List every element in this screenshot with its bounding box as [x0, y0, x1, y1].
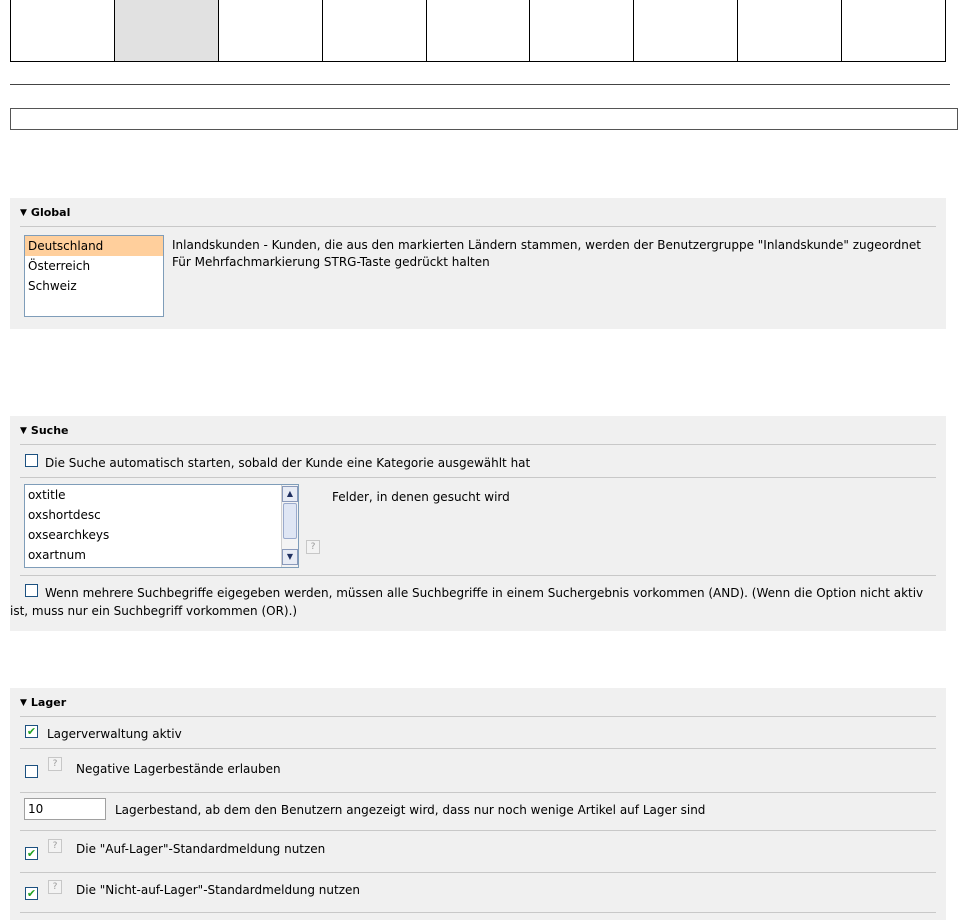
- autostart-label: Die Suche automatisch starten, sobald de…: [45, 456, 531, 470]
- and-search-label-continued: ist, muss nur ein Suchbegriff vorkommen …: [10, 604, 298, 618]
- scroll-up-icon[interactable]: ▲: [282, 486, 298, 502]
- nicht-auf-lager-label: Die "Nicht-auf-Lager"-Standardmeldung nu…: [76, 883, 360, 897]
- country-option-deutschland[interactable]: Deutschland: [25, 236, 163, 256]
- collapse-caret-icon: ▼: [20, 207, 27, 218]
- lager-header[interactable]: ▼ Lager: [20, 696, 66, 709]
- help-icon[interactable]: ?: [48, 757, 62, 771]
- lagerverwaltung-label: Lagerverwaltung aktiv: [47, 727, 182, 741]
- tab-6[interactable]: [530, 0, 635, 61]
- divider: [20, 575, 936, 576]
- help-icon[interactable]: ?: [48, 880, 62, 894]
- search-field-option[interactable]: oxartnum: [25, 545, 298, 565]
- suche-header[interactable]: ▼ Suche: [20, 424, 69, 437]
- divider: [20, 477, 936, 478]
- tab-3[interactable]: [219, 0, 323, 61]
- tab-5[interactable]: [427, 0, 531, 61]
- divider: [20, 748, 936, 749]
- tab-8[interactable]: [738, 0, 843, 61]
- autostart-checkbox[interactable]: [25, 454, 38, 467]
- tab-7[interactable]: [634, 0, 739, 61]
- search-field-option[interactable]: oxtitle: [25, 485, 298, 505]
- listbox-scrollbar[interactable]: ▲ ▼: [281, 485, 298, 567]
- search-field-option[interactable]: oxsearchkeys: [25, 525, 298, 545]
- global-title: Global: [30, 206, 71, 219]
- global-header[interactable]: ▼ Global: [20, 206, 70, 219]
- search-fields-listbox[interactable]: oxtitle oxshortdesc oxsearchkeys oxartnu…: [24, 484, 299, 568]
- divider: [20, 444, 936, 445]
- and-search-label: Wenn mehrere Suchbegriffe eigegeben werd…: [45, 586, 924, 600]
- and-search-checkbox[interactable]: [25, 584, 38, 597]
- lager-panel: ▼ Lager ✔ Lagerverwaltung aktiv ? Negati…: [10, 688, 946, 920]
- divider: [20, 830, 936, 831]
- tab-1[interactable]: [11, 0, 115, 61]
- global-multiselect-hint: Für Mehrfachmarkierung STRG-Taste gedrüc…: [172, 255, 490, 269]
- divider: [20, 716, 936, 717]
- lager-title: Lager: [30, 696, 67, 709]
- message-bar: [10, 108, 958, 130]
- negative-stock-checkbox[interactable]: [25, 765, 38, 778]
- auf-lager-checkbox[interactable]: ✔: [25, 847, 38, 860]
- suche-title: Suche: [30, 424, 69, 437]
- nicht-auf-lager-checkbox[interactable]: ✔: [25, 887, 38, 900]
- tab-4[interactable]: [323, 0, 427, 61]
- collapse-caret-icon: ▼: [20, 697, 27, 708]
- stock-threshold-label: Lagerbestand, ab dem den Benutzern angez…: [115, 803, 706, 817]
- lagerverwaltung-checkbox[interactable]: ✔: [25, 725, 38, 738]
- scroll-down-icon[interactable]: ▼: [282, 549, 298, 565]
- help-icon[interactable]: ?: [48, 839, 62, 853]
- tab-2-active[interactable]: [114, 0, 219, 61]
- auf-lager-label: Die "Auf-Lager"-Standardmeldung nutzen: [76, 842, 326, 856]
- search-field-option[interactable]: oxshortdesc: [25, 505, 298, 525]
- country-option-schweiz[interactable]: Schweiz: [25, 276, 163, 296]
- tab-9[interactable]: [842, 0, 945, 61]
- divider: [10, 84, 950, 85]
- suche-panel: ▼ Suche Die Suche automatisch starten, s…: [10, 416, 946, 631]
- divider: [20, 226, 936, 227]
- global-panel: ▼ Global Deutschland Österreich Schweiz …: [10, 198, 946, 329]
- divider: [20, 872, 936, 873]
- stock-threshold-input[interactable]: [24, 798, 106, 820]
- country-listbox[interactable]: Deutschland Österreich Schweiz: [24, 235, 164, 317]
- search-fields-label: Felder, in denen gesucht wird: [332, 490, 510, 504]
- collapse-caret-icon: ▼: [20, 425, 27, 436]
- scroll-thumb[interactable]: [283, 503, 297, 539]
- negative-stock-label: Negative Lagerbestände erlauben: [76, 762, 281, 776]
- divider: [20, 792, 936, 793]
- tab-strip: [10, 0, 946, 62]
- country-option-oesterreich[interactable]: Österreich: [25, 256, 163, 276]
- divider: [20, 912, 936, 913]
- help-icon[interactable]: ?: [306, 540, 320, 554]
- global-description: Inlandskunden - Kunden, die aus den mark…: [172, 238, 921, 252]
